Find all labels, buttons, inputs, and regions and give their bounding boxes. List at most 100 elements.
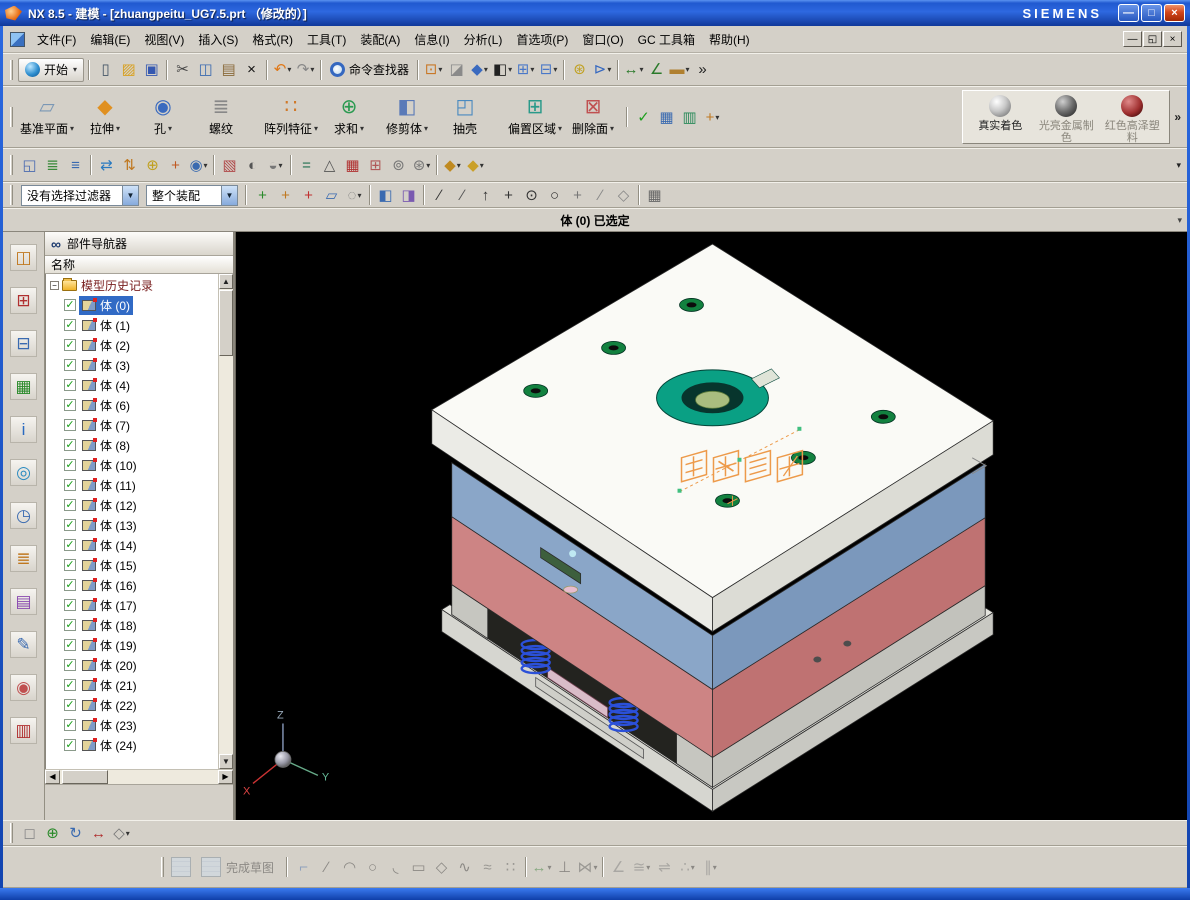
shiny-metal-material-button[interactable]: 光亮金属制色	[1035, 95, 1097, 144]
continuous-auto-dimension-button[interactable]: ∥ ▾	[699, 855, 722, 879]
selection-priority-dropdown-icon[interactable]: ▾	[607, 65, 611, 74]
checkbox-icon[interactable]: ✓	[64, 539, 76, 551]
snapshot-button[interactable]: ⊡ ▾	[422, 58, 445, 82]
highlight-selection-button[interactable]: +	[274, 183, 297, 207]
mdi-close-button[interactable]: ×	[1163, 31, 1182, 47]
new-layout-dropdown-icon[interactable]: ▾	[553, 65, 557, 74]
start-menu-button[interactable]: 开始 ▾	[18, 57, 85, 82]
menu-analysis[interactable]: 分析(L)	[457, 27, 510, 52]
datum-csys-util-dropdown-icon[interactable]: ▾	[204, 161, 208, 170]
user-tool-1-button[interactable]: ◆ ▾	[441, 153, 464, 177]
checkbox-icon[interactable]: ✓	[64, 719, 76, 731]
tree-item[interactable]: ✓ 体 (15)	[46, 555, 218, 575]
tree-item-body[interactable]: 体 (6)	[79, 396, 133, 415]
selection-filter-dropdown-icon[interactable]: ▼	[122, 185, 138, 205]
spreadsheet-button[interactable]: ▦	[655, 105, 678, 129]
datum-csys-button[interactable]: + ▾	[701, 105, 724, 129]
save-file-button[interactable]: ▣	[140, 58, 163, 82]
tree-item[interactable]: ✓ 体 (17)	[46, 595, 218, 615]
window-border-bottom[interactable]	[0, 888, 1190, 900]
assembly-navigator-button[interactable]: ◫	[10, 244, 37, 271]
refresh-view-button[interactable]: ↻	[64, 821, 87, 845]
delete-face-button[interactable]: ⊠ 删除面 ▾	[564, 89, 622, 145]
tree-item-body[interactable]: 体 (7)	[79, 416, 133, 435]
pattern-feature-dropdown-icon[interactable]: ▾	[314, 124, 318, 133]
gc-tools-button[interactable]: ⊛ ▾	[410, 153, 433, 177]
lasso-select-button[interactable]: ◌ ▾	[343, 183, 366, 207]
checkbox-icon[interactable]: ✓	[64, 499, 76, 511]
copy-button[interactable]: ◫	[194, 58, 217, 82]
select-facet-button[interactable]: ◨	[397, 183, 420, 207]
user-tool-2-dropdown-icon[interactable]: ▾	[480, 161, 484, 170]
tree-item-body[interactable]: 体 (19)	[79, 636, 140, 655]
tree-item-body[interactable]: 体 (11)	[79, 476, 139, 495]
menu-view[interactable]: 视图(V)	[137, 27, 191, 52]
tree-item[interactable]: ✓ 体 (23)	[46, 715, 218, 735]
undo-button[interactable]: ↶ ▾	[271, 58, 294, 82]
snap-intersection-button[interactable]: +	[497, 183, 520, 207]
tree-item-body[interactable]: 体 (8)	[79, 436, 133, 455]
checkbox-icon[interactable]: ✓	[64, 739, 76, 751]
horizontal-scrollbar[interactable]: ◀ ▶	[45, 769, 233, 784]
datum-csys-util-button[interactable]: ◉ ▾	[187, 153, 210, 177]
continuous-auto-dimension-dropdown-icon[interactable]: ▾	[713, 863, 717, 872]
finish-sketch-button[interactable]: 完成草图	[193, 852, 282, 882]
fit-view-button[interactable]: ⊕	[41, 821, 64, 845]
scroll-up-button[interactable]: ▲	[219, 274, 233, 289]
datum-plane-dropdown-icon[interactable]: ▾	[70, 124, 74, 133]
close-button[interactable]: ×	[1164, 4, 1185, 22]
new-layout-button[interactable]: ⊟ ▾	[537, 58, 560, 82]
tree-item-body[interactable]: 体 (22)	[79, 696, 140, 715]
menu-edit[interactable]: 编辑(E)	[83, 27, 137, 52]
checkbox-icon[interactable]: ✓	[64, 559, 76, 571]
selection-priority-button[interactable]: ⊳ ▾	[591, 58, 614, 82]
titlebar[interactable]: NX 8.5 - 建模 - [zhuangpeitu_UG7.5.prt （修改…	[0, 0, 1190, 26]
display-sketch-constraints-button[interactable]: ∠	[607, 855, 630, 879]
tree-item[interactable]: ✓ 体 (2)	[46, 335, 218, 355]
tree-item-body[interactable]: 体 (15)	[79, 556, 140, 575]
tree-item[interactable]: ✓ 体 (0)	[46, 295, 218, 315]
red-gloss-plastic-button[interactable]: 红色高泽塑料	[1101, 95, 1163, 144]
toolbar-grip[interactable]	[10, 185, 13, 205]
inferred-constraints-dropdown-icon[interactable]: ▾	[691, 863, 695, 872]
menu-format[interactable]: 格式(R)	[245, 27, 300, 52]
tree-item[interactable]: ✓ 体 (3)	[46, 355, 218, 375]
datum-plane-button[interactable]: ▱ 基准平面 ▾	[18, 89, 76, 145]
erase-display-button[interactable]: ◪	[445, 58, 468, 82]
gear-pair-button[interactable]: ⊚	[387, 153, 410, 177]
display-grid-button[interactable]: ◻	[18, 821, 41, 845]
snap-control-point-button[interactable]: ↑	[474, 183, 497, 207]
menu-help[interactable]: 帮助(H)	[702, 27, 757, 52]
checkbox-icon[interactable]: ✓	[64, 379, 76, 391]
tree-item[interactable]: ✓ 体 (7)	[46, 415, 218, 435]
arc-button[interactable]: ◠	[338, 855, 361, 879]
layer-category-button[interactable]: ≡	[64, 153, 87, 177]
open-file-button[interactable]: ▨	[117, 58, 140, 82]
tree-item[interactable]: ✓ 体 (18)	[46, 615, 218, 635]
tree-item-body[interactable]: 体 (16)	[79, 576, 140, 595]
tree-item-body[interactable]: 体 (14)	[79, 536, 140, 555]
toolbar-grip[interactable]	[10, 823, 13, 843]
name-column-header[interactable]: 名称	[45, 256, 233, 274]
tree-item-body[interactable]: 体 (12)	[79, 496, 140, 515]
toolbar-overflow-button[interactable]: »	[1171, 110, 1184, 124]
selection-filter-combo[interactable]: 没有选择过滤器 ▼	[21, 184, 139, 206]
cut-button[interactable]: ✂	[171, 58, 194, 82]
extrude-button[interactable]: ◆ 拉伸 ▾	[76, 89, 134, 145]
pan-view-button[interactable]: ↔	[87, 821, 110, 845]
tree-item-body[interactable]: 体 (10)	[79, 456, 140, 475]
table-annotation-button[interactable]: ▦	[341, 153, 364, 177]
rapid-dimension-dropdown-icon[interactable]: ▾	[548, 863, 552, 872]
tree-item-body[interactable]: 体 (3)	[79, 356, 133, 375]
snap-endpoint-button[interactable]: ∕	[428, 183, 451, 207]
tree-item-body[interactable]: 体 (17)	[79, 596, 140, 615]
mdi-restore-button[interactable]: ◱	[1143, 31, 1162, 47]
simple-measure-dropdown-icon[interactable]: ▾	[686, 65, 690, 74]
immediate-hide-dropdown-icon[interactable]: ▾	[279, 161, 283, 170]
select-solid-button[interactable]: ◧	[374, 183, 397, 207]
hole-dropdown-icon[interactable]: ▾	[168, 124, 172, 133]
offset-curve-button[interactable]: ≈	[476, 855, 499, 879]
toolbar-overflow-button[interactable]: »	[691, 58, 714, 82]
menu-insert[interactable]: 插入(S)	[191, 27, 245, 52]
tree-item-body[interactable]: 体 (24)	[79, 736, 140, 755]
